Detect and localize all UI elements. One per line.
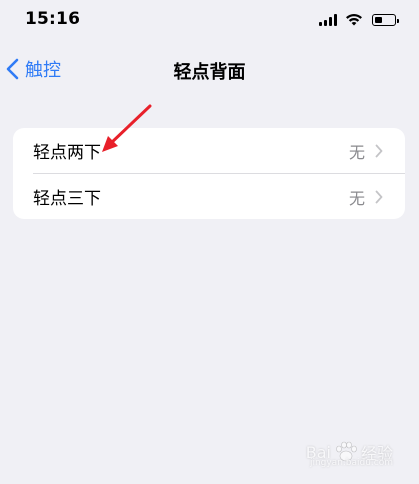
battery-icon <box>372 14 399 26</box>
wifi-icon <box>346 13 362 26</box>
status-icons <box>299 12 399 28</box>
row-label: 轻点三下 <box>33 189 101 209</box>
row-triple-tap[interactable]: 轻点三下 无 <box>13 174 405 219</box>
cellular-signal-icon <box>319 14 337 26</box>
status-time: 15:16 <box>25 9 81 29</box>
watermark-url: jingyan.baidu.com <box>309 458 393 468</box>
row-value: 无 <box>348 188 365 208</box>
settings-group: 轻点两下 无 轻点三下 无 <box>13 128 405 219</box>
watermark: Bai 经验 jingyan.baidu.com <box>306 432 393 472</box>
page-title: 轻点背面 <box>173 62 246 83</box>
navigation-bar: 触控 轻点背面 <box>0 50 419 88</box>
row-value: 无 <box>348 142 365 162</box>
row-label: 轻点两下 <box>33 143 101 163</box>
chevron-right-icon <box>375 144 383 157</box>
row-double-tap[interactable]: 轻点两下 无 <box>13 128 405 173</box>
chevron-right-icon <box>375 190 383 203</box>
status-bar: 15:16 <box>0 0 419 44</box>
annotation-arrow-icon <box>102 104 152 152</box>
